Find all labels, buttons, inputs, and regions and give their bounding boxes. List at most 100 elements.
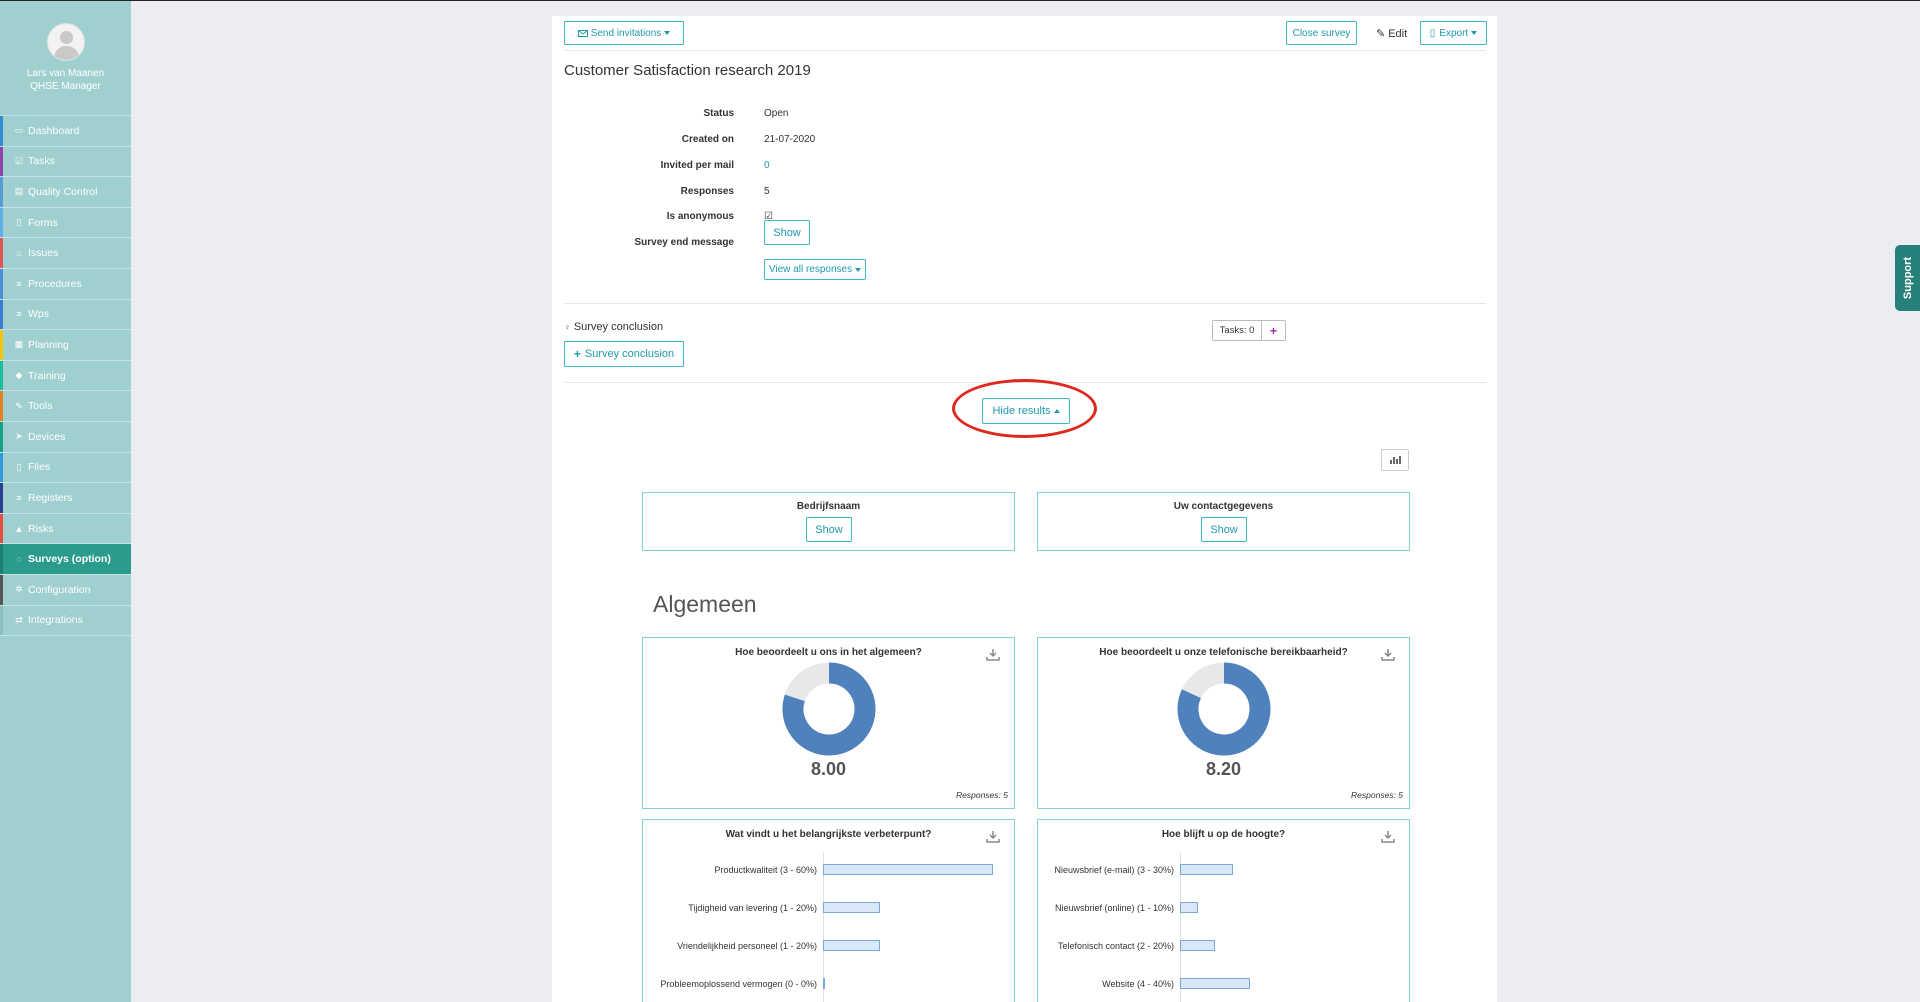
monitor-icon: ▭ (14, 125, 24, 136)
add-survey-conclusion-label: Survey conclusion (584, 348, 675, 360)
detail-value[interactable]: 0 (764, 160, 770, 171)
lightbulb-icon: ♀ (564, 322, 571, 332)
nav-color-stripe (0, 116, 3, 146)
tasks-counter: Tasks: 0 + (1212, 320, 1286, 341)
bar-label: Nieuwsbrief (e-mail) (3 - 30%) (1054, 865, 1174, 875)
sidebar-item-procedures[interactable]: ≡ Procedures (0, 268, 131, 300)
sidebar-item-planning[interactable]: ▦ Planning (0, 330, 131, 361)
bar-label: Telefonisch contact (2 - 20%) (1057, 941, 1174, 951)
graduation-cap-icon: ◆ (15, 370, 23, 381)
download-icon[interactable] (1381, 648, 1395, 662)
sidebar-item-issues[interactable]: ⌂ Issues (0, 238, 131, 269)
sidebar-item-label: Files (28, 461, 51, 474)
edit-button[interactable]: ✎ Edit (1376, 27, 1408, 41)
nav-color-stripe (0, 513, 3, 544)
book-icon: ▤ (14, 186, 24, 197)
bar-label: Productkwaliteit (3 - 60%) (714, 865, 817, 875)
bar-label: Website (4 - 40%) (1102, 979, 1174, 989)
nav-color-stripe (0, 177, 3, 207)
detail-value: 5 (764, 186, 770, 197)
sidebar-item-files[interactable]: ▯ Files (0, 452, 131, 484)
sidebar-item-surveys-option[interactable]: ◌ Surveys (option) (0, 544, 131, 575)
nav-color-stripe (0, 605, 3, 636)
sidebar-item-label: Tools (28, 400, 53, 413)
nav-color-stripe (0, 268, 3, 299)
show-answers-button[interactable]: Show (806, 517, 852, 542)
sidebar-item-label: Dashboard (28, 124, 80, 137)
send-invitations-button[interactable]: Send invitations (564, 21, 684, 45)
edit-label: Edit (1388, 27, 1408, 40)
file-icon: ▯ (16, 217, 22, 228)
detail-value: Open (764, 108, 789, 119)
chart-title: Hoe blijft u op de hoogte? (1161, 829, 1286, 840)
bar (1180, 864, 1233, 875)
chart-card: Wat vindt u het belangrijkste verbeterpu… (642, 819, 1015, 1002)
nav-color-stripe (0, 452, 3, 483)
bar (1180, 978, 1251, 989)
checkbox-icon: ☑ (14, 155, 24, 166)
detail-value: 21-07-2020 (764, 134, 816, 145)
send-invitations-label: Send invitations (590, 27, 662, 39)
donut-chart (1177, 662, 1271, 756)
sidebar: Lars van Maanen QHSE Manager ▭ Dashboard ☑… (0, 1, 131, 1002)
sidebar-item-label: Integrations (28, 614, 83, 627)
sidebar-item-forms[interactable]: ▯ Forms (0, 207, 131, 239)
detail-label: Status (703, 108, 734, 119)
sidebar-item-label: Devices (28, 430, 66, 443)
download-icon[interactable] (1381, 830, 1395, 844)
sidebar-item-quality-control[interactable]: ▤ Quality Control (0, 177, 131, 208)
survey-panel: Send invitations Close survey ✎ Edit ▯ Exp… (552, 16, 1497, 1002)
envelope-icon (577, 30, 588, 37)
add-task-button[interactable]: + (1262, 320, 1286, 341)
sidebar-item-label: Quality Control (28, 185, 98, 198)
tasks-count: Tasks: 0 (1212, 320, 1262, 341)
sidebar-item-devices[interactable]: ➤ Devices (0, 421, 131, 453)
sidebar-item-label: Registers (28, 491, 73, 504)
view-all-responses-button[interactable]: View all responses (764, 259, 866, 280)
comment-icon: ◌ (16, 554, 22, 565)
nav-color-stripe (0, 238, 3, 268)
sidebar-item-dashboard[interactable]: ▭ Dashboard (0, 116, 131, 147)
nav-color-stripe (0, 360, 3, 391)
list-icon: ≡ (16, 492, 22, 503)
bell-icon: ⌂ (16, 248, 22, 259)
sidebar-item-risks[interactable]: ▲ Risks (0, 513, 131, 545)
file-icon: ▯ (16, 461, 22, 472)
wrench-icon: ✎ (15, 400, 23, 411)
detail-label: Responses (680, 186, 734, 197)
sidebar-item-tasks[interactable]: ☑ Tasks (0, 146, 131, 178)
file-icon: ▯ (1429, 27, 1436, 39)
sidebar-item-label: Configuration (28, 583, 91, 596)
close-survey-button[interactable]: Close survey (1286, 21, 1357, 45)
export-button[interactable]: ▯ Export (1420, 21, 1487, 45)
nav-color-stripe (0, 544, 3, 574)
support-tab[interactable]: Support (1895, 245, 1920, 311)
add-survey-conclusion-button[interactable]: + Survey conclusion (564, 341, 684, 367)
chart-card: Hoe beoordeelt u onze telefonische berei… (1037, 637, 1410, 809)
warning-icon: ▲ (14, 523, 24, 534)
user-role: QHSE Manager (30, 81, 101, 92)
show-label: Show (815, 523, 843, 536)
sidebar-item-training[interactable]: ◆ Training (0, 360, 131, 392)
chart-card: Hoe beoordeelt u ons in het algemeen? 8.… (642, 637, 1015, 809)
user-profile[interactable]: Lars van Maanen QHSE Manager (0, 1, 131, 116)
question-title: Bedrijfsnaam (796, 501, 861, 512)
bar (823, 902, 880, 913)
sidebar-item-integrations[interactable]: ⇄ Integrations (0, 605, 131, 637)
chart-title: Hoe beoordeelt u onze telefonische berei… (1099, 647, 1348, 658)
show-end-message-button[interactable]: Show (764, 220, 810, 245)
download-icon[interactable] (986, 830, 1000, 844)
sidebar-item-registers[interactable]: ≡ Registers (0, 483, 131, 514)
chart-toggle-button[interactable] (1381, 449, 1409, 471)
sidebar-item-wps[interactable]: ≡ Wps (0, 299, 131, 331)
detail-label: Is anonymous (666, 211, 734, 222)
download-icon[interactable] (986, 648, 1000, 662)
nav-color-stripe (0, 483, 3, 513)
chevron-down-icon (1471, 31, 1478, 35)
sidebar-item-tools[interactable]: ✎ Tools (0, 391, 131, 422)
exchange-icon: ⇄ (15, 614, 23, 625)
sidebar-item-configuration[interactable]: ✲ Configuration (0, 574, 131, 606)
show-answers-button[interactable]: Show (1201, 517, 1247, 542)
edit-icon: ✎ (1376, 28, 1386, 40)
bar (823, 864, 993, 875)
